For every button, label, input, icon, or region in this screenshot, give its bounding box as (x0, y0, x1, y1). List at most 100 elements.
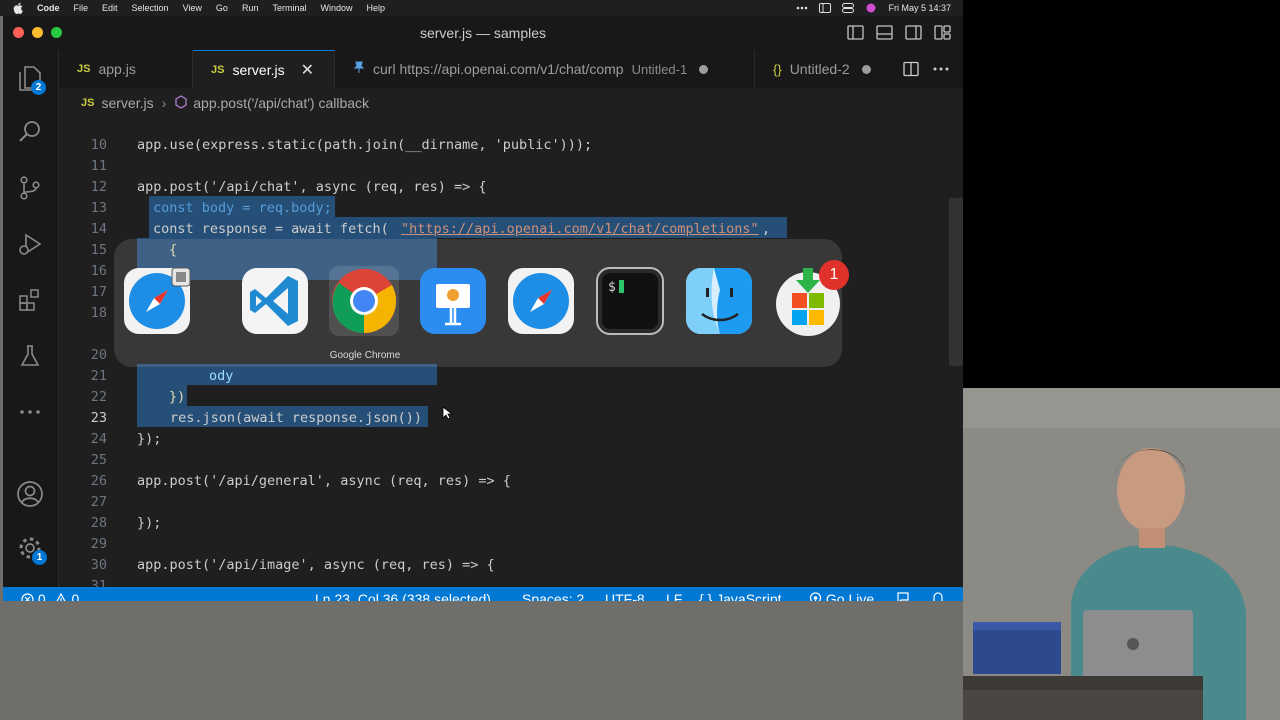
line-number: 11 (90, 158, 107, 174)
split-editor-icon[interactable] (903, 61, 919, 77)
safari-icon[interactable] (506, 266, 576, 336)
breadcrumb-symbol[interactable]: app.post('/api/chat') callback (193, 95, 369, 111)
mouse-pointer-icon (442, 406, 454, 420)
finder-icon[interactable] (684, 266, 754, 336)
menu-window[interactable]: Window (320, 3, 352, 13)
code-text: app.post('/api/chat', async (req, res) =… (137, 179, 487, 195)
menu-view[interactable]: View (183, 3, 202, 13)
end-of-line[interactable]: LF (666, 587, 682, 601)
encoding[interactable]: UTF-8 (605, 587, 645, 601)
menu-help[interactable]: Help (366, 3, 385, 13)
more-dots-icon[interactable] (796, 3, 808, 13)
json-file-icon: {} (773, 61, 782, 77)
terminal-icon[interactable]: $ (595, 266, 665, 336)
language-mode[interactable]: { } JavaScript (699, 587, 782, 601)
siri-icon[interactable] (865, 3, 877, 13)
menu-file[interactable]: File (74, 3, 89, 13)
tab-untitled-1[interactable]: curl https://api.openai.com/v1/chat/comp… (335, 50, 755, 88)
account-icon[interactable] (16, 480, 44, 508)
customize-layout-icon[interactable] (934, 24, 951, 41)
symbol-method-icon (174, 94, 188, 112)
code-line: 24 }); (59, 429, 963, 450)
cursor-position[interactable]: Ln 23, Col 36 (338 selected) (315, 587, 491, 601)
tab-label: Untitled-2 (789, 61, 850, 77)
code-line: 11 (59, 156, 963, 177)
run-debug-icon[interactable] (16, 230, 44, 258)
close-tab-icon[interactable]: ✕ (301, 60, 314, 80)
toggle-secondary-sidebar-icon[interactable] (905, 24, 922, 41)
tab-label: curl https://api.openai.com/v1/chat/comp (373, 61, 624, 77)
code-text: ody (209, 368, 234, 384)
line-number: 23 (90, 410, 107, 426)
feedback-icon[interactable] (896, 587, 911, 601)
selected-app-label: Google Chrome (329, 350, 401, 361)
line-number: 27 (90, 494, 107, 510)
code-line: 27 (59, 492, 963, 513)
tab-label: app.js (98, 61, 136, 77)
code-text: }); (137, 515, 162, 531)
close-window-button[interactable] (13, 27, 24, 38)
explorer-badge: 2 (31, 80, 46, 95)
settings-gear-icon[interactable]: 1 (16, 534, 47, 565)
menu-edit[interactable]: Edit (102, 3, 118, 13)
indentation[interactable]: Spaces: 2 (522, 587, 584, 601)
editor-tabs: JS app.js JS server.js ✕ curl https://ap… (59, 50, 963, 88)
presenter-image (963, 388, 1280, 720)
line-number: 15 (90, 242, 107, 258)
desktop-background (0, 601, 963, 720)
apple-menu-icon[interactable] (13, 1, 27, 15)
go-live-label: Go Live (825, 591, 875, 601)
chrome-icon (332, 269, 397, 334)
explorer-icon[interactable]: 2 (16, 64, 46, 95)
toggle-panel-icon[interactable] (876, 24, 893, 41)
problems-indicator[interactable]: 0 0 (21, 587, 79, 601)
menu-terminal[interactable]: Terminal (272, 3, 306, 13)
code-text: app.use(express.static(path.join(__dirna… (137, 137, 593, 153)
testing-flask-icon[interactable] (16, 342, 44, 370)
breadcrumb-file[interactable]: server.js (101, 95, 153, 111)
chrome-app-tile[interactable] (329, 266, 399, 336)
braces-icon: { } (699, 591, 713, 601)
code-line: 26 app.post('/api/general', async (req, … (59, 471, 963, 492)
code-text: const body = req.body; (153, 200, 332, 216)
notifications-bell-icon[interactable] (931, 587, 945, 601)
toggle-primary-sidebar-icon[interactable] (847, 24, 864, 41)
safari-icon[interactable] (122, 266, 192, 336)
menu-selection[interactable]: Selection (132, 3, 169, 13)
code-line: 22 }) (59, 387, 963, 408)
code-line: 29 (59, 534, 963, 555)
tab-server-js[interactable]: JS server.js ✕ (193, 50, 335, 88)
javascript-file-icon: JS (81, 97, 95, 109)
keynote-icon[interactable] (418, 266, 488, 336)
minimize-window-button[interactable] (32, 27, 43, 38)
zoom-window-button[interactable] (51, 27, 62, 38)
more-views-icon[interactable] (16, 398, 44, 426)
editor-scrollbar[interactable] (949, 198, 963, 366)
svg-text:$: $ (608, 280, 616, 295)
warning-icon (56, 592, 66, 601)
menu-run[interactable]: Run (242, 3, 259, 13)
line-number: 17 (90, 284, 107, 300)
line-number: 24 (90, 431, 107, 447)
source-control-icon[interactable] (16, 174, 44, 202)
control-center-icon[interactable] (842, 3, 855, 13)
code-text: }); (137, 431, 162, 447)
menu-go[interactable]: Go (216, 3, 228, 13)
menu-app-code[interactable]: Code (37, 3, 60, 13)
code-comma: , (762, 221, 771, 237)
search-icon[interactable] (16, 118, 44, 146)
menu-clock[interactable]: Fri May 5 14:37 (888, 3, 951, 13)
code-text: res.json(await response.json()) (170, 410, 422, 426)
more-actions-icon[interactable] (933, 67, 949, 71)
vscode-icon[interactable] (240, 266, 310, 336)
sidebar-status-icon[interactable] (819, 3, 832, 13)
extensions-icon[interactable] (16, 286, 44, 314)
line-number: 20 (90, 347, 107, 363)
code-text: app.post('/api/general', async (req, res… (137, 473, 511, 489)
go-live-button[interactable]: Go Live (809, 587, 874, 601)
presenter-webcam (963, 388, 1280, 720)
video-backdrop (963, 0, 1280, 388)
line-number: 28 (90, 515, 107, 531)
tab-untitled-2[interactable]: {} Untitled-2 (755, 50, 885, 88)
tab-app-js[interactable]: JS app.js (59, 50, 193, 88)
